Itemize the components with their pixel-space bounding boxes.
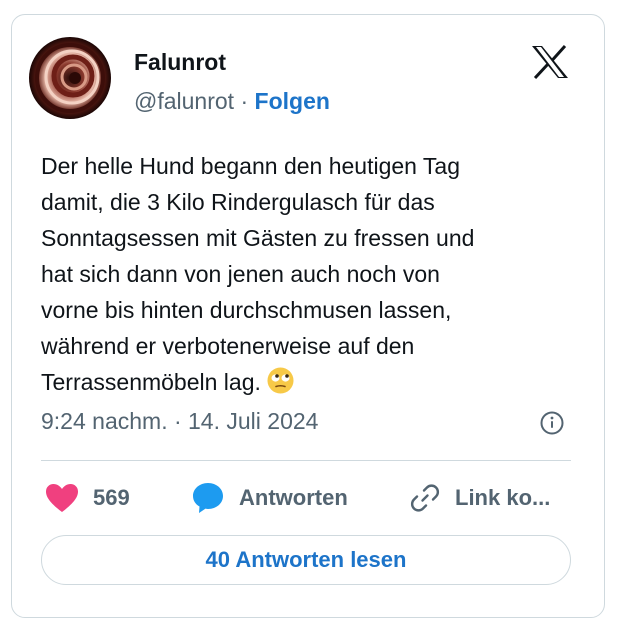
post-text-line: hat sich dann von jenen auch noch von — [41, 261, 440, 287]
copy-link-button[interactable]: Link ko... — [409, 478, 550, 518]
post-text-line: vorne bis hinten durchschmusen lassen, — [41, 297, 452, 323]
avatar[interactable] — [29, 37, 111, 119]
post-timestamp[interactable]: 9:24 nachm. · 14. Juli 2024 — [41, 408, 318, 435]
post-text-line: Der helle Hund begann den heutigen Tag — [41, 153, 461, 179]
like-count: 569 — [93, 485, 130, 510]
author-handle[interactable]: @falunrot — [134, 88, 234, 114]
read-replies-button[interactable]: 40 Antworten lesen — [41, 535, 571, 585]
heart-icon — [46, 484, 78, 512]
post-text: Der helle Hund begann den heutigen Tag d… — [41, 148, 571, 400]
post-text-line: Terrassenmöbeln lag. — [41, 369, 261, 395]
author-name[interactable]: Falunrot — [134, 49, 226, 76]
reply-button[interactable]: Antworten — [191, 478, 348, 518]
post-text-line: während er verbotenerweise auf den — [41, 333, 415, 359]
author-handle-row: @falunrot · Folgen — [134, 88, 330, 115]
speech-bubble-icon — [193, 483, 223, 513]
info-icon[interactable] — [539, 410, 565, 436]
face-with-rolling-eyes-icon — [267, 367, 294, 394]
divider — [41, 460, 571, 461]
like-button[interactable]: 569 — [45, 478, 130, 518]
x-logo-icon[interactable] — [531, 44, 569, 80]
follow-button[interactable]: Folgen — [255, 88, 330, 114]
post-text-last-line: Terrassenmöbeln lag. — [41, 364, 571, 400]
reply-label: Antworten — [239, 485, 348, 510]
post-text-line: Sonntagsessen mit Gästen zu fressen und — [41, 225, 475, 251]
handle-separator: · — [240, 88, 249, 114]
post-text-line: damit, die 3 Kilo Rindergulasch für das — [41, 189, 435, 215]
link-icon — [410, 484, 440, 512]
copy-link-label: Link ko... — [455, 485, 551, 510]
